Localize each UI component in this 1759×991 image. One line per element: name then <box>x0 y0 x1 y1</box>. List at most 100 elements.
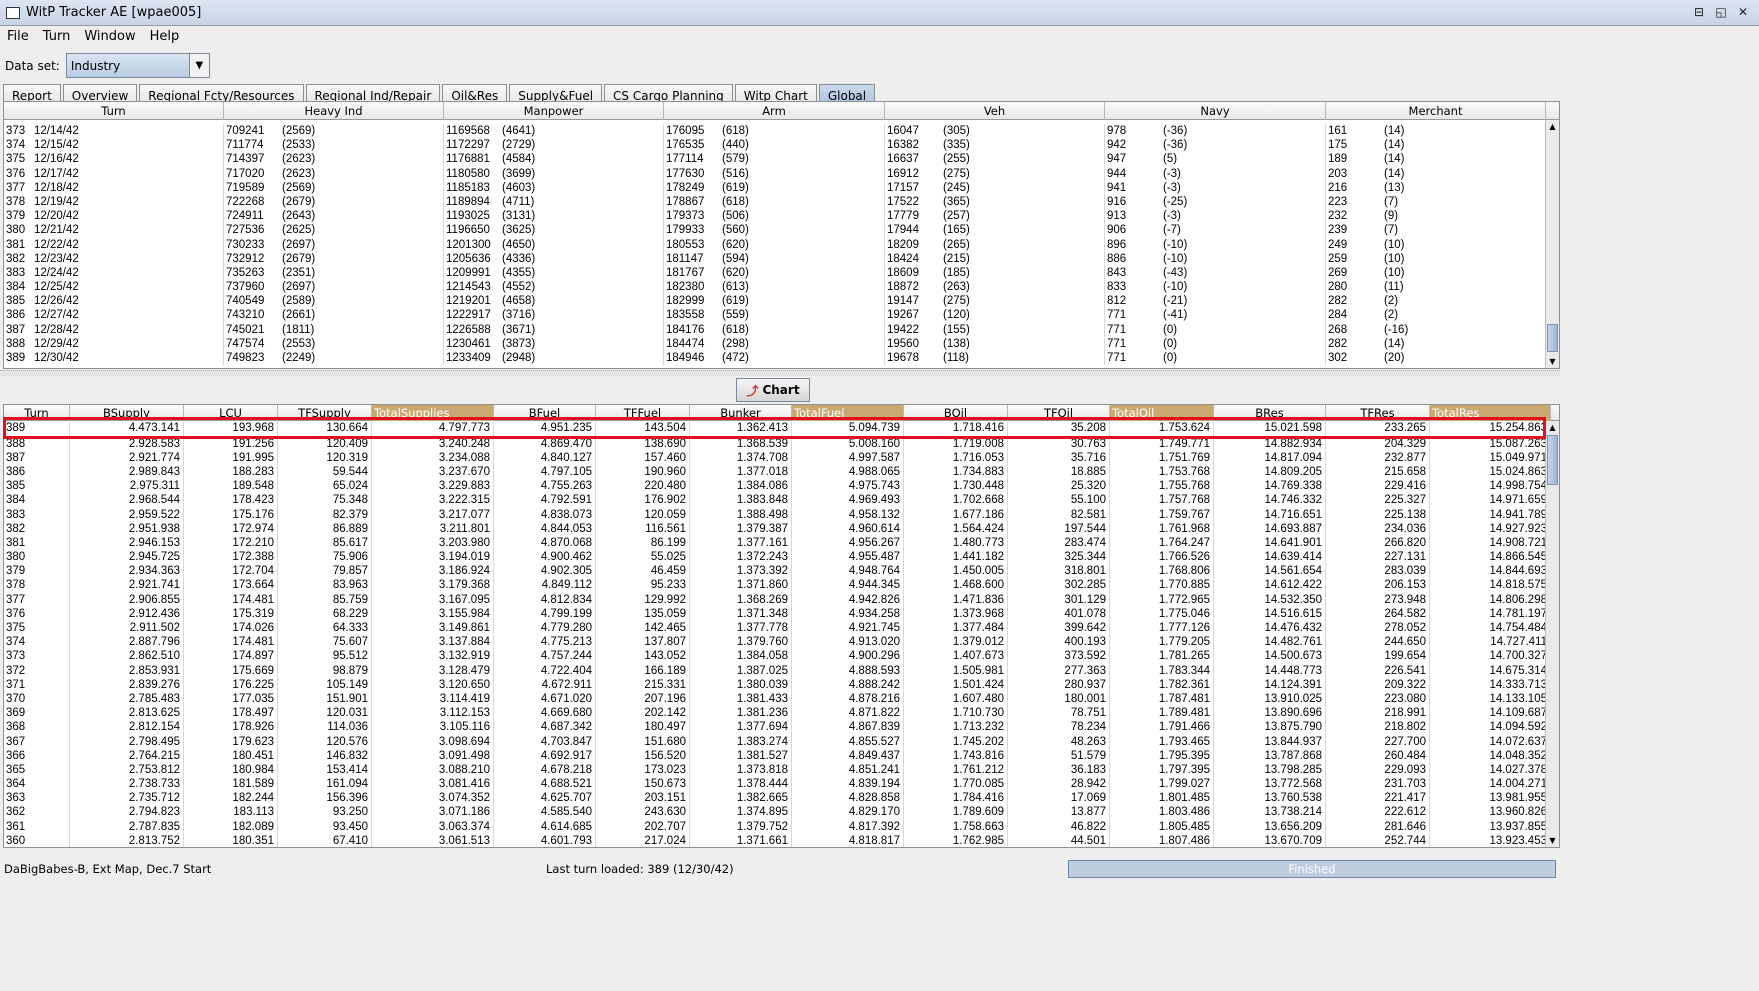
table-row[interactable]: 376 2.912.436 175.319 68.229 3.155.984 4.799.… <box>4 606 1559 622</box>
table-cell: 151.680 <box>596 734 690 749</box>
cell-delta: (10) <box>1384 252 1405 265</box>
cell-delta: (506) <box>722 210 749 223</box>
table-row[interactable]: 362 2.794.823 183.113 93.250 3.071.186 4.585.… <box>4 805 1559 820</box>
table-row[interactable]: 378 2.921.741 173.664 83.963 3.179.368 4.849.… <box>4 578 1559 593</box>
cell-delta: (20) <box>1384 352 1405 364</box>
cell-delta: (245) <box>943 181 970 194</box>
table-row[interactable]: 365 2.753.812 180.984 153.414 3.088.210 4.678… <box>4 762 1559 778</box>
chevron-down-icon[interactable]: ▼ <box>188 54 209 77</box>
table-row[interactable]: 379 2.934.363 172.704 79.857 3.186.924 4.902.… <box>4 564 1559 579</box>
column-header-arm[interactable]: Arm <box>664 102 885 120</box>
cell-value: 1222917 <box>446 309 491 322</box>
industry-table-body: 373 12/14/42 709241 (2569) 1169568 (4641) 1760… <box>4 120 1559 366</box>
window-footer <box>0 880 1759 991</box>
table-row[interactable]: 380 12/21/42 727536 (2625) 1196650 (3625) 1799… <box>4 223 1559 238</box>
chart-button[interactable]: ⤴ Chart <box>736 378 810 402</box>
table-cell: 1.379.760 <box>690 635 792 650</box>
table-row[interactable]: 389 12/30/42 749823 (2249) 1233409 (2948) 1849… <box>4 351 1559 366</box>
table-row[interactable]: 374 12/15/42 711774 (2533) 1172297 (2729) 1765… <box>4 138 1559 153</box>
table-row[interactable]: 377 12/18/42 719589 (2569) 1185183 (4603) 1782… <box>4 180 1559 195</box>
scroll-up-icon[interactable]: ▲ <box>1546 120 1559 133</box>
table-row[interactable]: 377 2.906.855 174.481 85.759 3.167.095 4.812.… <box>4 592 1559 607</box>
cell-delta: (0) <box>1163 352 1178 364</box>
table-row[interactable]: 371 2.839.276 176.225 105.149 3.120.650 4.672… <box>4 677 1559 692</box>
menu-file[interactable]: File <box>0 29 36 44</box>
scrollbar-thumb[interactable] <box>1547 435 1558 485</box>
table-row[interactable]: 367 2.798.495 179.623 120.576 3.098.694 4.703… <box>4 734 1559 749</box>
table-cell: 176.225 <box>184 677 278 692</box>
table-cell: 3.091.498 <box>372 748 494 763</box>
menu-window[interactable]: Window <box>77 29 142 44</box>
cell-value: 732912 <box>226 252 265 265</box>
table-row[interactable]: 380 2.945.725 172.388 75.906 3.194.019 4.900.… <box>4 550 1559 565</box>
table-row[interactable]: 368 2.812.154 178.926 114.036 3.105.116 4.687… <box>4 720 1559 735</box>
minimize-icon[interactable]: ⊟ <box>1691 4 1707 20</box>
cell-value: 19422 <box>887 323 919 336</box>
table-row[interactable]: 387 2.921.774 191.995 120.319 3.234.088 4.840… <box>4 450 1559 465</box>
table-row[interactable]: 360 2.813.752 180.351 67.410 3.061.513 4.601.… <box>4 833 1559 847</box>
table-cell: 383 <box>4 507 70 522</box>
table-cell: 714397 (2623) <box>224 152 444 167</box>
table-row[interactable]: 375 2.911.502 174.026 64.333 3.149.861 4.779.… <box>4 621 1559 636</box>
table-row[interactable]: 379 12/20/42 724911 (2643) 1193025 (3131) 1793… <box>4 209 1559 224</box>
table-cell: 16382 (335) <box>885 138 1105 153</box>
table-cell: 302.285 <box>1008 578 1110 593</box>
table-row[interactable]: 385 2.975.311 189.548 65.024 3.229.883 4.755.… <box>4 479 1559 494</box>
cell-value: 743210 <box>226 309 265 322</box>
cell-value: 182380 <box>666 281 705 294</box>
column-header-manpower[interactable]: Manpower <box>444 102 664 120</box>
table-row[interactable]: 373 2.862.510 174.897 95.512 3.132.919 4.757.… <box>4 649 1559 664</box>
table-row[interactable]: 370 2.785.483 177.035 151.901 3.114.419 4.671… <box>4 691 1559 707</box>
table-row[interactable]: 366 2.764.215 180.451 146.832 3.091.498 4.692… <box>4 748 1559 763</box>
table-row[interactable]: 375 12/16/42 714397 (2623) 1176881 (4584) 1771… <box>4 152 1559 167</box>
table-cell: 378 12/19/42 <box>4 194 224 210</box>
table-row[interactable]: 372 2.853.931 175.669 98.879 3.128.479 4.722.… <box>4 663 1559 678</box>
table-row[interactable]: 385 12/26/42 740549 (2589) 1219201 (4658) 1829… <box>4 294 1559 309</box>
table-cell: 4.838.073 <box>494 507 596 522</box>
cell-value: 184474 <box>666 337 705 350</box>
table-row[interactable]: 384 2.968.544 178.423 75.348 3.222.315 4.792.… <box>4 493 1559 508</box>
table-cell: 13.738.214 <box>1214 805 1326 820</box>
table-cell: 17522 (365) <box>885 194 1105 210</box>
table-row[interactable]: 387 12/28/42 745021 (1811) 1226588 (3671) 1841… <box>4 322 1559 337</box>
table-row[interactable]: 361 2.787.835 182.089 93.450 3.063.374 4.614.… <box>4 819 1559 834</box>
table-row[interactable]: 382 12/23/42 732912 (2679) 1205636 (4336) 1811… <box>4 251 1559 266</box>
close-icon[interactable]: ✕ <box>1735 4 1751 20</box>
table-row[interactable]: 363 2.735.712 182.244 156.396 3.074.352 4.625… <box>4 791 1559 806</box>
menu-help[interactable]: Help <box>143 29 187 44</box>
table-row[interactable]: 383 12/24/42 735263 (2351) 1209991 (4355) 1817… <box>4 265 1559 281</box>
industry-table-scrollbar[interactable]: ▲ ▼ <box>1545 120 1559 368</box>
table-row[interactable]: 374 2.887.796 174.481 75.607 3.137.884 4.775.… <box>4 635 1559 650</box>
scroll-down-icon[interactable]: ▼ <box>1546 834 1559 847</box>
supply-table-scrollbar[interactable]: ▲ ▼ <box>1545 421 1559 847</box>
dataset-select[interactable]: Industry ▼ <box>65 53 210 78</box>
column-header-turn[interactable]: Turn <box>4 102 224 120</box>
table-cell: 1.710.730 <box>904 706 1008 721</box>
cell-delta: (516) <box>722 167 749 180</box>
column-header-merchant[interactable]: Merchant <box>1326 102 1546 120</box>
scrollbar-thumb[interactable] <box>1547 324 1558 352</box>
table-row[interactable]: 383 2.959.522 175.176 82.379 3.217.077 4.838.… <box>4 507 1559 522</box>
table-row[interactable]: 364 2.738.733 181.589 161.094 3.081.416 4.688… <box>4 777 1559 792</box>
table-row[interactable]: 378 12/19/42 722268 (2679) 1189894 (4711) 1788… <box>4 194 1559 210</box>
table-row[interactable]: 386 12/27/42 743210 (2661) 1222917 (3716) 1835… <box>4 308 1559 323</box>
scroll-up-icon[interactable]: ▲ <box>1546 421 1559 434</box>
table-row[interactable]: 388 12/29/42 747574 (2553) 1230461 (3873) 1844… <box>4 336 1559 351</box>
column-header-veh[interactable]: Veh <box>885 102 1105 120</box>
table-row[interactable]: 381 2.946.153 172.210 85.617 3.203.980 4.870.… <box>4 535 1559 551</box>
table-row[interactable]: 369 2.813.625 178.497 120.031 3.112.153 4.669… <box>4 706 1559 721</box>
cell-value: 177114 <box>666 153 704 166</box>
column-header-heavy-ind[interactable]: Heavy Ind <box>224 102 444 120</box>
table-row[interactable]: 382 2.951.938 172.974 86.889 3.211.801 4.844.… <box>4 521 1559 536</box>
table-row[interactable]: 376 12/17/42 717020 (2623) 1180580 (3699) 1776… <box>4 166 1559 181</box>
column-header-navy[interactable]: Navy <box>1105 102 1326 120</box>
table-cell: 120.031 <box>278 706 372 721</box>
table-row[interactable]: 384 12/25/42 737960 (2697) 1214543 (4552) 1823… <box>4 280 1559 295</box>
table-row[interactable]: 386 2.989.843 188.283 59.544 3.237.670 4.797.… <box>4 464 1559 480</box>
scroll-down-icon[interactable]: ▼ <box>1546 355 1559 368</box>
maximize-icon[interactable]: ◱ <box>1713 4 1729 20</box>
table-row[interactable]: 373 12/14/42 709241 (2569) 1169568 (4641) 1760… <box>4 124 1559 139</box>
menu-turn[interactable]: Turn <box>36 29 78 44</box>
table-row[interactable]: 381 12/22/42 730233 (2697) 1201300 (4650) 1805… <box>4 237 1559 252</box>
split-divider[interactable] <box>0 370 1560 376</box>
